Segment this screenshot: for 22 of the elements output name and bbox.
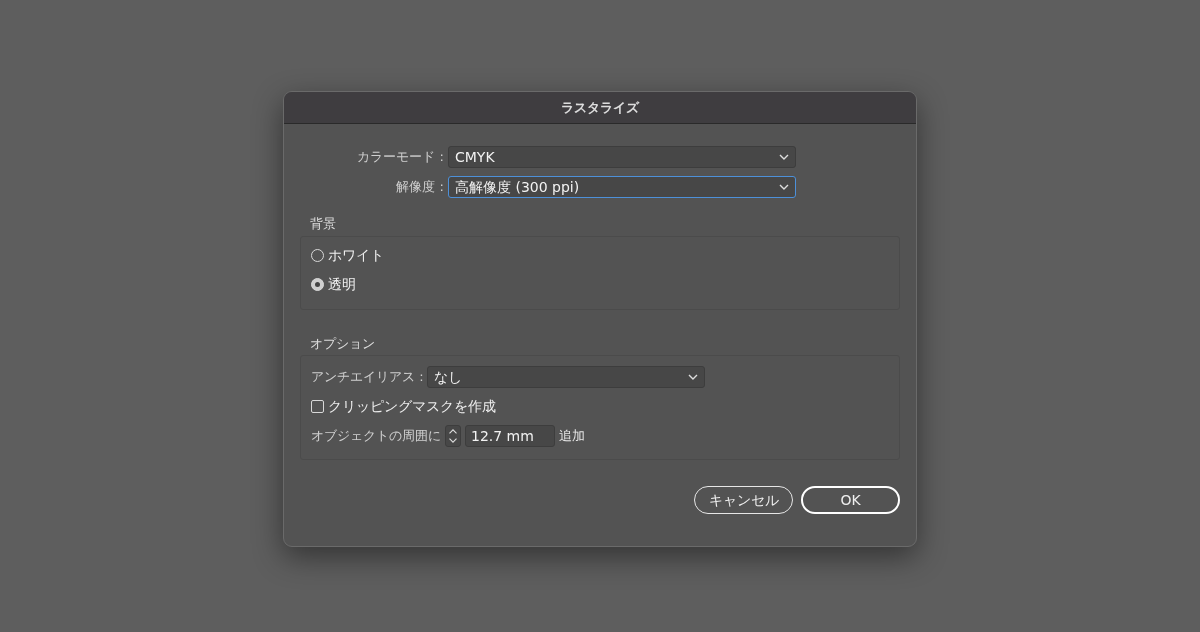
field-label: オブジェクトの周囲に	[311, 427, 441, 446]
checkbox[interactable]	[311, 400, 324, 413]
field-label: カラーモード :	[356, 148, 445, 167]
chevron-down-icon	[779, 184, 789, 190]
window-title: ラスタライズ	[284, 92, 916, 124]
dropdown[interactable]: 高解像度 (300 ppi)	[448, 176, 796, 198]
field-label: 解像度 :	[395, 178, 445, 197]
radio-label: ホワイト	[328, 245, 384, 265]
group-title: 背景	[309, 215, 337, 233]
chevron-down-icon	[779, 154, 789, 160]
unit-label: 追加	[559, 427, 585, 446]
radio-label: 透明	[328, 274, 356, 294]
number-input[interactable]: 12.7 mm	[465, 425, 555, 447]
ok-button[interactable]: OK	[801, 486, 900, 514]
checkbox-label: クリッピングマスクを作成	[328, 397, 496, 416]
stepper-icon[interactable]	[445, 425, 461, 447]
dropdown[interactable]: CMYK	[448, 146, 796, 168]
radio-button[interactable]	[311, 277, 324, 291]
group-title: オプション	[309, 334, 376, 353]
chevron-down-icon	[687, 374, 698, 380]
field-label: アンチエイリアス :	[311, 368, 425, 387]
dropdown[interactable]: なし	[426, 366, 705, 388]
